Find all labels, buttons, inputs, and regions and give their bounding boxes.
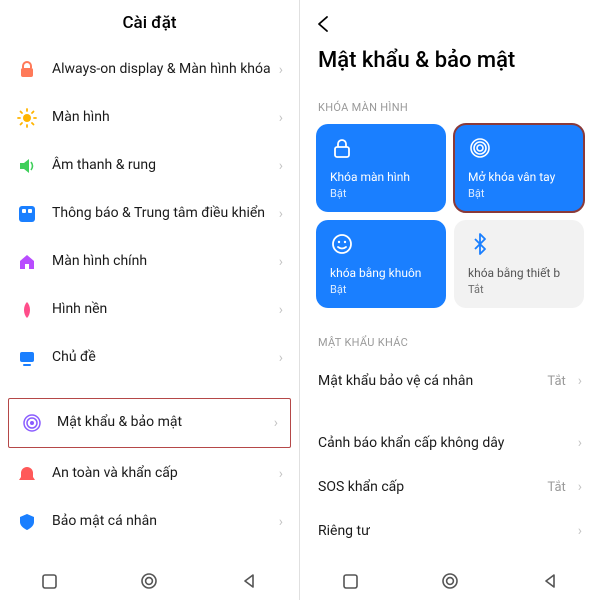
control-icon: [16, 203, 38, 225]
page-title: Cài đặt: [122, 13, 176, 33]
settings-item-8[interactable]: An toàn và khẩn cấp ›: [4, 450, 295, 498]
wallpaper-icon: [16, 299, 38, 321]
item-label: Cảnh báo khẩn cấp không dây: [318, 435, 572, 451]
chevron-right-icon: ›: [279, 466, 283, 482]
lock-icon: [16, 59, 38, 81]
fingerprint-icon: [21, 412, 43, 434]
nav-recent-icon[interactable]: [341, 572, 359, 590]
tile-2[interactable]: khóa bằng khuôn Bật: [316, 220, 446, 308]
chevron-right-icon: ›: [274, 415, 278, 431]
chevron-right-icon: ›: [279, 158, 283, 174]
tile-status: Bật: [468, 187, 570, 200]
settings-item-2[interactable]: Âm thanh & rung ›: [4, 142, 295, 190]
item-label: SOS khẩn cấp: [318, 479, 547, 495]
nav-home-icon[interactable]: [140, 572, 158, 590]
tile-label: khóa bằng thiết b: [468, 265, 570, 281]
tile-status: Bật: [330, 283, 432, 296]
theme-icon: [16, 347, 38, 369]
settings-item-0[interactable]: Always-on display & Màn hình khóa ›: [4, 46, 295, 94]
item-value: Tắt: [547, 374, 565, 389]
nav-recent-icon[interactable]: [41, 572, 59, 590]
chevron-right-icon: ›: [578, 435, 582, 451]
shield-icon: [16, 511, 38, 533]
other-item-2[interactable]: SOS khẩn cấp Tắt ›: [304, 465, 596, 509]
tile-0[interactable]: Khóa màn hình Bật: [316, 124, 446, 212]
item-label: Riêng tư: [318, 523, 572, 539]
tile-status: Bật: [330, 187, 432, 200]
chevron-right-icon: ›: [578, 373, 582, 389]
settings-item-3[interactable]: Thông báo & Trung tâm điều khiển ›: [4, 190, 295, 238]
item-label: Hình nền: [52, 301, 273, 319]
tile-status: Tắt: [468, 283, 570, 296]
item-label: Thông báo & Trung tâm điều khiển: [52, 205, 273, 223]
chevron-right-icon: ›: [578, 479, 582, 495]
tile-label: Mở khóa vân tay: [468, 169, 570, 185]
nav-home-icon[interactable]: [441, 572, 459, 590]
settings-item-9[interactable]: Bảo mật cá nhân ›: [4, 498, 295, 546]
item-label: Màn hình: [52, 109, 273, 127]
settings-list: Always-on display & Màn hình khóa › Màn …: [0, 46, 299, 594]
item-label: Chủ đề: [52, 349, 273, 367]
settings-item-5[interactable]: Hình nền ›: [4, 286, 295, 334]
chevron-right-icon: ›: [279, 514, 283, 530]
other-item-3[interactable]: Riêng tư ›: [304, 509, 596, 553]
settings-screen: Cài đặt Always-on display & Màn hình khó…: [0, 0, 300, 600]
tile-label: Khóa màn hình: [330, 169, 432, 185]
nav-back-icon[interactable]: [541, 572, 559, 590]
item-label: An toàn và khẩn cấp: [52, 465, 273, 483]
sound-icon: [16, 155, 38, 177]
sun-icon: [16, 107, 38, 129]
security-screen: Mật khẩu & bảo mật KHÓA MÀN HÌNH Khóa mà…: [300, 0, 600, 600]
face-tile-icon: [330, 232, 354, 256]
tiles-grid: Khóa màn hình Bật Mở khóa vân tay Bật kh…: [300, 124, 600, 308]
lock-tile-icon: [330, 136, 354, 160]
chevron-right-icon: ›: [279, 110, 283, 126]
bluetooth-tile-icon: [468, 232, 492, 256]
settings-item-4[interactable]: Màn hình chính ›: [4, 238, 295, 286]
nav-bar-2: [300, 562, 600, 600]
header: Cài đặt: [0, 0, 299, 46]
chevron-right-icon: ›: [279, 350, 283, 366]
item-label: Always-on display & Màn hình khóa: [52, 61, 273, 79]
tile-3[interactable]: khóa bằng thiết b Tắt: [454, 220, 584, 308]
item-label: Âm thanh & rung: [52, 157, 273, 175]
chevron-right-icon: ›: [279, 206, 283, 222]
alert-icon: [16, 463, 38, 485]
item-value: Tắt: [547, 480, 565, 495]
back-button[interactable]: [314, 14, 334, 34]
other-item-0[interactable]: Mật khẩu bảo vệ cá nhân Tắt ›: [304, 359, 596, 403]
chevron-right-icon: ›: [279, 254, 283, 270]
screen-title: Mật khẩu & bảo mật: [300, 40, 600, 95]
chevron-right-icon: ›: [279, 62, 283, 78]
chevron-right-icon: ›: [279, 302, 283, 318]
tile-1[interactable]: Mở khóa vân tay Bật: [454, 124, 584, 212]
settings-item-7[interactable]: Mật khẩu & bảo mật ›: [8, 398, 291, 448]
tile-label: khóa bằng khuôn: [330, 265, 432, 281]
section-lock: KHÓA MÀN HÌNH: [300, 95, 600, 124]
section-other: MẬT KHẨU KHÁC: [300, 330, 600, 359]
item-label: Bảo mật cá nhân: [52, 513, 273, 531]
chevron-right-icon: ›: [578, 523, 582, 539]
fingerprint-tile-icon: [468, 136, 492, 160]
nav-bar: [0, 562, 299, 600]
settings-item-1[interactable]: Màn hình ›: [4, 94, 295, 142]
item-label: Mật khẩu & bảo mật: [57, 414, 268, 432]
other-list: Mật khẩu bảo vệ cá nhân Tắt ›Cảnh báo kh…: [300, 359, 600, 553]
settings-item-6[interactable]: Chủ đề ›: [4, 334, 295, 382]
nav-back-icon[interactable]: [240, 572, 258, 590]
other-item-1[interactable]: Cảnh báo khẩn cấp không dây ›: [304, 421, 596, 465]
item-label: Màn hình chính: [52, 253, 273, 271]
home-icon: [16, 251, 38, 273]
item-label: Mật khẩu bảo vệ cá nhân: [318, 373, 547, 389]
